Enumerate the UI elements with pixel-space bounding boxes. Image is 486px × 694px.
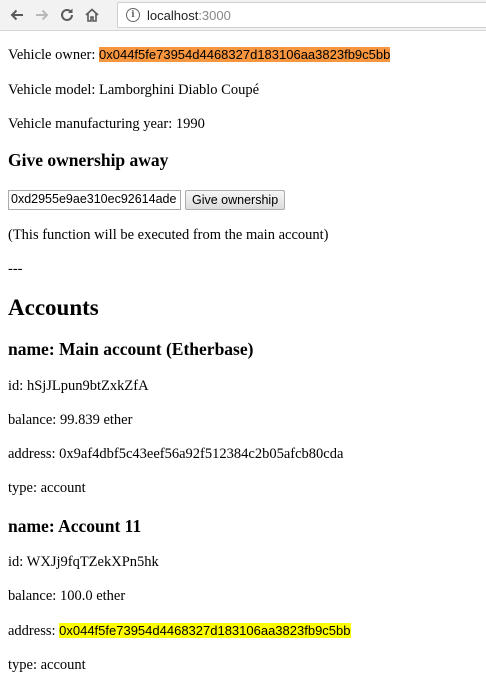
- account-balance-label: balance:: [8, 588, 60, 604]
- url-host: localhost: [147, 7, 199, 23]
- account-id-value: hSjJLpun9btZxkZfA: [26, 378, 149, 394]
- reload-button[interactable]: [56, 4, 78, 26]
- account-address-label: address:: [8, 623, 60, 639]
- page-content: Vehicle owner: 0x044f5fe73954d4468327d18…: [0, 46, 486, 674]
- account-type-line: type: account: [8, 657, 478, 674]
- vehicle-owner-line: Vehicle owner: 0x044f5fe73954d4468327d18…: [8, 46, 478, 64]
- address-bar[interactable]: i localhost:3000: [117, 2, 486, 28]
- vehicle-year-label: Vehicle manufacturing year:: [8, 116, 176, 132]
- back-button[interactable]: [6, 4, 28, 26]
- account-balance-value: 100.0 ether: [59, 588, 126, 604]
- back-arrow-icon: [10, 9, 23, 21]
- forward-arrow-icon: [36, 9, 49, 21]
- vehicle-owner-address: 0x044f5fe73954d4468327d183106aa3823fb9c5…: [99, 47, 391, 62]
- execution-note: (This function will be executed from the…: [8, 227, 329, 243]
- vehicle-year-value: 1990: [175, 116, 205, 132]
- reload-icon: [61, 8, 73, 21]
- info-icon[interactable]: i: [126, 8, 140, 22]
- account-balance-line: balance: 100.0 ether: [8, 588, 478, 605]
- account-id-line: id: hSjJLpun9btZxkZfA: [8, 378, 478, 395]
- browser-toolbar: i localhost:3000: [0, 0, 486, 31]
- account-address-line: address: 0x9af4dbf5c43eef56a92f512384c2b…: [8, 446, 478, 463]
- vehicle-model-line: Vehicle model: Lamborghini Diablo Coupé: [8, 82, 478, 99]
- account-type-value: account: [40, 657, 86, 673]
- account-id-line: id: WXJj9fqTZekXPn5hk: [8, 554, 478, 571]
- new-owner-address-input[interactable]: 0xd2955e9ae310ec92614ade: [8, 190, 181, 210]
- account-balance-value: 99.839 ether: [59, 412, 133, 428]
- account-type-label: type:: [8, 480, 41, 496]
- account-address-label: address:: [8, 446, 60, 462]
- forward-button[interactable]: [31, 4, 53, 26]
- give-ownership-heading: Give ownership away: [8, 150, 169, 170]
- account-type-label: type:: [8, 657, 41, 673]
- account-type-line: type: account: [8, 480, 478, 497]
- home-icon: [85, 8, 99, 22]
- account-balance-line: balance: 99.839 ether: [8, 412, 478, 429]
- accounts-heading: Accounts: [8, 295, 99, 320]
- vehicle-model-value: Lamborghini Diablo Coupé: [99, 82, 260, 98]
- vehicle-model-label: Vehicle model:: [8, 82, 100, 98]
- separator-text: ---: [8, 261, 23, 277]
- vehicle-year-line: Vehicle manufacturing year: 1990: [8, 116, 478, 133]
- account-address-value: 0x044f5fe73954d4468327d183106aa3823fb9c5…: [59, 623, 351, 638]
- vehicle-owner-label: Vehicle owner:: [8, 47, 99, 63]
- account-id-value: WXJj9fqTZekXPn5hk: [26, 554, 159, 570]
- url-port: :3000: [198, 7, 231, 23]
- account-name: name: Account 11: [8, 516, 142, 536]
- account-balance-label: balance:: [8, 412, 60, 428]
- account-address-line: address: 0x044f5fe73954d4468327d183106aa…: [8, 622, 478, 640]
- home-button[interactable]: [81, 4, 103, 26]
- give-ownership-button[interactable]: Give ownership: [185, 190, 286, 210]
- account-type-value: account: [40, 480, 86, 496]
- give-ownership-form: 0xd2955e9ae310ec92614ade Give ownership: [8, 189, 478, 211]
- account-id-label: id:: [8, 378, 27, 394]
- account-id-label: id:: [8, 554, 27, 570]
- account-name: name: Main account (Etherbase): [8, 339, 254, 359]
- account-address-value: 0x9af4dbf5c43eef56a92f512384c2b05afcb80c…: [59, 446, 344, 462]
